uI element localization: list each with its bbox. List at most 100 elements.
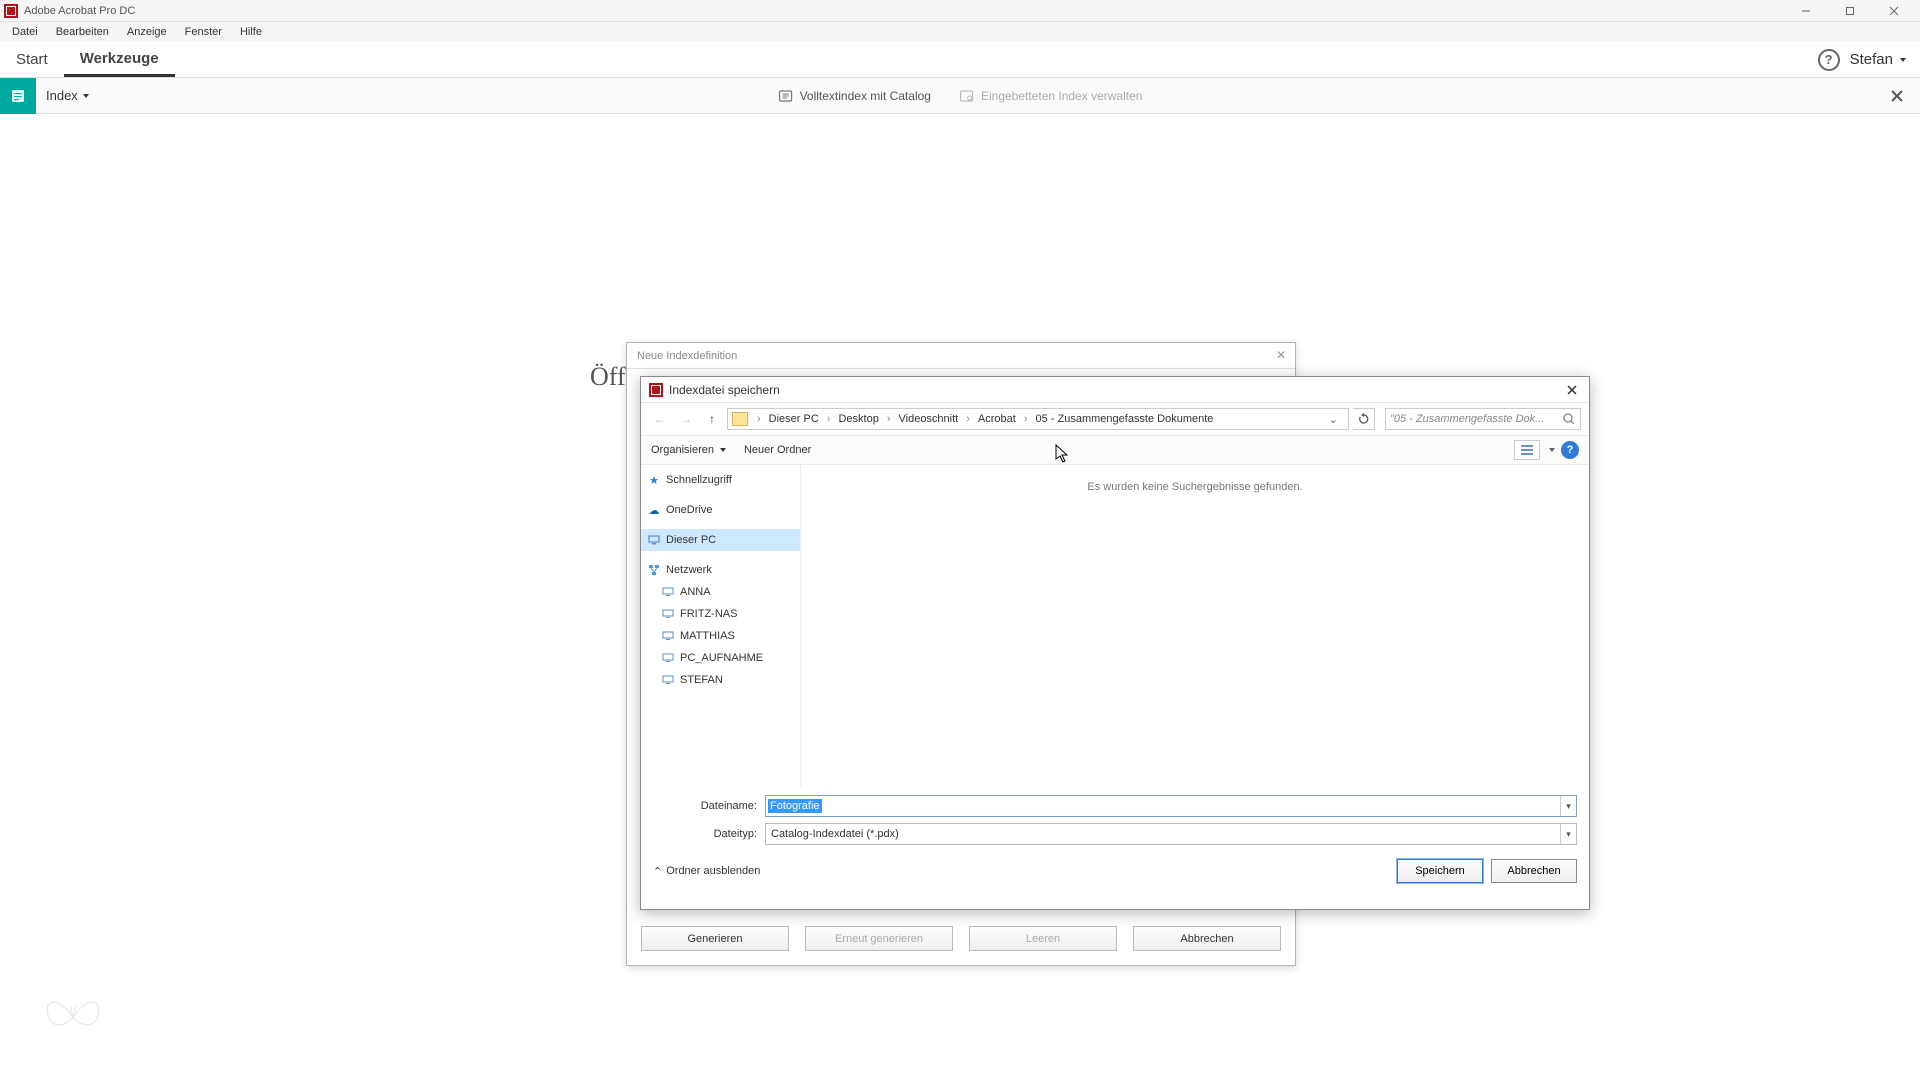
tree-network[interactable]: Netzwerk <box>641 559 800 581</box>
nav-back-button[interactable]: ← <box>649 408 671 430</box>
user-menu[interactable]: Stefan <box>1850 51 1906 68</box>
crumb-this-pc[interactable]: Dieser PC <box>766 413 822 425</box>
breadcrumb-sep: › <box>963 413 973 425</box>
generate-button[interactable]: Generieren <box>641 926 789 951</box>
catalog-icon <box>778 88 794 104</box>
computer-icon <box>661 629 675 643</box>
index-tool-icon <box>0 78 36 114</box>
crumb-desktop[interactable]: Desktop <box>835 413 881 425</box>
menu-help[interactable]: Hilfe <box>232 24 270 40</box>
dialog-footer: ⌃ Ordner ausblenden Speichern Abbrechen <box>641 853 1589 893</box>
regenerate-button: Erneut generieren <box>805 926 953 951</box>
filename-dropdown-icon[interactable]: ▾ <box>1560 796 1576 816</box>
bg-dialog-close-button[interactable]: ✕ <box>1271 345 1291 365</box>
pc-icon <box>647 533 661 547</box>
tree-onedrive[interactable]: ☁ OneDrive <box>641 499 800 521</box>
file-list-area[interactable]: Es wurden keine Suchergebnisse gefunden. <box>801 465 1589 787</box>
index-dropdown-label: Index <box>46 88 78 103</box>
save-dialog-titlebar: Indexdatei speichern <box>641 377 1589 403</box>
tool-embedded-index[interactable]: Eingebetteten Index verwalten <box>959 88 1142 104</box>
save-dialog-title: Indexdatei speichern <box>669 383 780 397</box>
breadcrumb-sep: › <box>1021 413 1031 425</box>
computer-icon <box>661 651 675 665</box>
crumb-videoschnitt[interactable]: Videoschnitt <box>896 413 962 425</box>
hide-folders-label: Ordner ausblenden <box>666 865 760 877</box>
close-button[interactable] <box>1872 0 1916 22</box>
tree-computer[interactable]: PC_AUFNAHME <box>641 647 800 669</box>
nav-tools[interactable]: Werkzeuge <box>64 42 175 77</box>
help-icon[interactable]: ? <box>1818 49 1840 71</box>
tree-label: ANNA <box>680 586 711 598</box>
hide-folders-toggle[interactable]: ⌃ Ordner ausblenden <box>653 865 760 878</box>
dialog-help-button[interactable]: ? <box>1561 441 1579 459</box>
breadcrumb-dropdown[interactable]: ⌄ <box>1323 413 1344 426</box>
cancel-button[interactable]: Abbrechen <box>1491 859 1577 883</box>
nav-up-button[interactable]: ↑ <box>701 408 723 430</box>
filename-label: Dateiname: <box>653 800 765 812</box>
breadcrumb-bar[interactable]: › Dieser PC › Desktop › Videoschnitt › A… <box>727 408 1349 430</box>
tree-computer[interactable]: STEFAN <box>641 669 800 691</box>
window-controls <box>1784 0 1916 22</box>
menu-window[interactable]: Fenster <box>177 24 230 40</box>
nav-forward-button[interactable]: → <box>675 408 697 430</box>
computer-icon <box>661 585 675 599</box>
filetype-dropdown-icon[interactable]: ▾ <box>1560 824 1576 844</box>
folder-icon <box>732 412 748 426</box>
top-nav: Start Werkzeuge ? Stefan <box>0 42 1920 78</box>
tree-label: Netzwerk <box>666 564 712 576</box>
user-name: Stefan <box>1850 51 1893 68</box>
tool-embedded-label: Eingebetteten Index verwalten <box>981 89 1142 103</box>
crumb-acrobat[interactable]: Acrobat <box>975 413 1019 425</box>
star-icon: ★ <box>647 473 661 487</box>
filetype-label: Dateityp: <box>653 828 765 840</box>
tool-fulltext-label: Volltextindex mit Catalog <box>800 89 931 103</box>
breadcrumb-sep: › <box>824 413 834 425</box>
organize-label: Organisieren <box>651 444 714 456</box>
filename-input[interactable]: Fotografie ▾ <box>765 795 1577 817</box>
index-dropdown[interactable]: Index <box>46 88 89 103</box>
tree-quick-access[interactable]: ★ Schnellzugriff <box>641 469 800 491</box>
breadcrumb-sep: › <box>754 413 764 425</box>
folder-tree[interactable]: ★ Schnellzugriff ☁ OneDrive Dieser PC <box>641 465 801 787</box>
tree-computer[interactable]: MATTHIAS <box>641 625 800 647</box>
tree-label: MATTHIAS <box>680 630 735 642</box>
tree-label: FRITZ-NAS <box>680 608 737 620</box>
dialog-body: ★ Schnellzugriff ☁ OneDrive Dieser PC <box>641 465 1589 787</box>
close-toolstrip-button[interactable] <box>1886 85 1908 107</box>
titlebar: Adobe Acrobat Pro DC <box>0 0 1920 22</box>
view-mode-button[interactable] <box>1514 440 1540 460</box>
address-bar-row: ← → ↑ › Dieser PC › Desktop › Videoschni… <box>641 403 1589 435</box>
search-input[interactable]: "05 - Zusammengefasste Dok... <box>1385 408 1581 430</box>
embedded-index-icon <box>959 88 975 104</box>
app-title: Adobe Acrobat Pro DC <box>24 5 135 17</box>
menu-edit[interactable]: Bearbeiten <box>48 24 117 40</box>
tree-computer[interactable]: ANNA <box>641 581 800 603</box>
save-dialog-close-button[interactable] <box>1559 379 1585 401</box>
nav-start[interactable]: Start <box>0 42 64 77</box>
tree-this-pc[interactable]: Dieser PC <box>641 529 800 551</box>
tool-strip: Index Volltextindex mit Catalog Eingebet… <box>0 78 1920 114</box>
chevron-up-icon: ⌃ <box>653 865 662 878</box>
butterfly-watermark <box>36 978 110 1050</box>
tree-computer[interactable]: FRITZ-NAS <box>641 603 800 625</box>
save-index-file-dialog: Indexdatei speichern ← → ↑ › Dieser PC ›… <box>640 376 1590 910</box>
network-icon <box>647 563 661 577</box>
main-area: Öff Neue Indexdefinition ✕ Generieren Er… <box>0 114 1920 1080</box>
minimize-button[interactable] <box>1784 0 1828 22</box>
menu-file[interactable]: Datei <box>4 24 46 40</box>
organize-button[interactable]: Organisieren <box>651 444 726 456</box>
maximize-button[interactable] <box>1828 0 1872 22</box>
filetype-select[interactable]: Catalog-Indexdatei (*.pdx) ▾ <box>765 823 1577 845</box>
refresh-button[interactable] <box>1353 408 1375 430</box>
acrobat-app-icon <box>4 4 18 18</box>
save-button[interactable]: Speichern <box>1397 859 1483 883</box>
menu-view[interactable]: Anzeige <box>119 24 175 40</box>
tool-fulltext-catalog[interactable]: Volltextindex mit Catalog <box>778 88 931 104</box>
view-dropdown-icon[interactable] <box>1546 444 1555 456</box>
cloud-icon: ☁ <box>647 503 661 517</box>
bg-cancel-button[interactable]: Abbrechen <box>1133 926 1281 951</box>
crumb-current-folder[interactable]: 05 - Zusammengefasste Dokumente <box>1033 413 1217 425</box>
new-folder-button[interactable]: Neuer Ordner <box>744 444 811 456</box>
partial-background-text: Öff <box>590 362 626 392</box>
computer-icon <box>661 607 675 621</box>
